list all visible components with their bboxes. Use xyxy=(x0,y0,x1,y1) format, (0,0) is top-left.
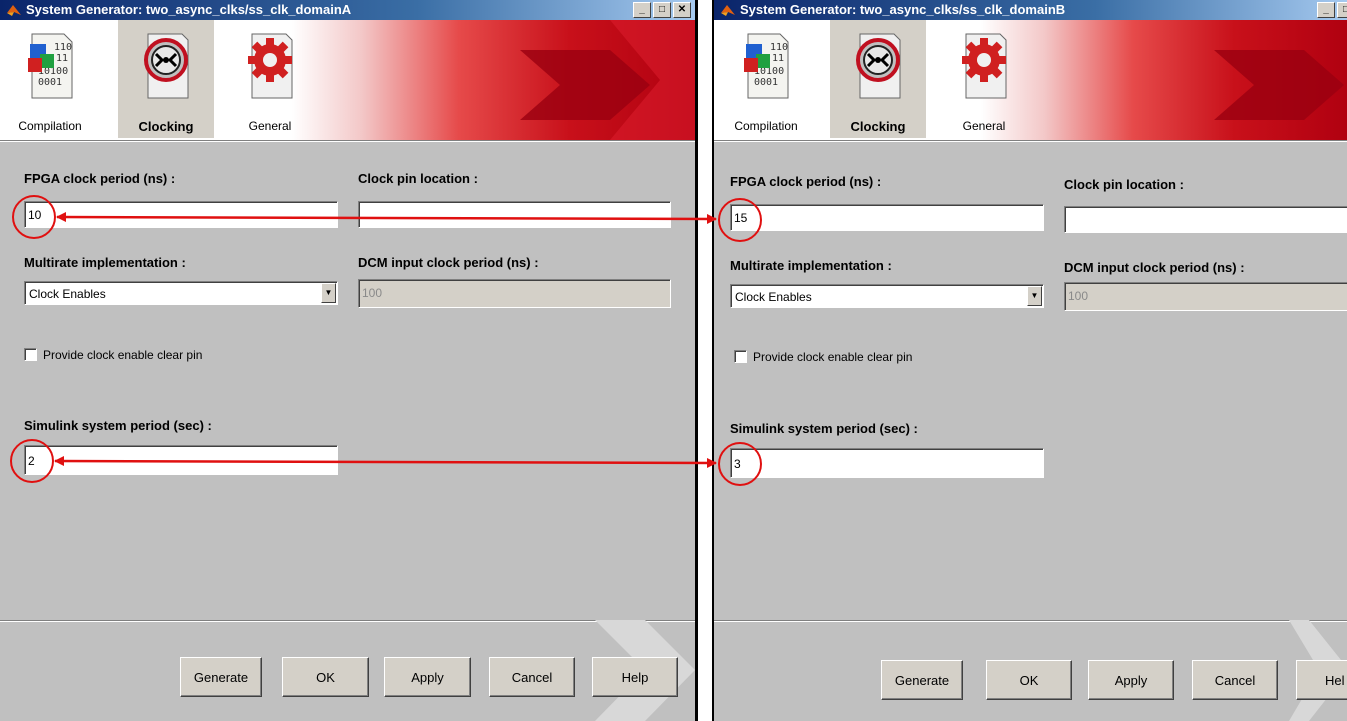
tab-label: General xyxy=(248,119,292,133)
clock-pin-location-label: Clock pin location : xyxy=(358,171,478,186)
tab-label: Compilation xyxy=(18,119,82,133)
help-button[interactable]: Help xyxy=(592,657,678,697)
tab-clocking[interactable]: Clocking xyxy=(830,20,926,138)
tab-general[interactable]: General xyxy=(222,20,318,138)
matlab-icon xyxy=(721,5,735,16)
svg-text:0001: 0001 xyxy=(38,77,62,88)
fpga-clock-period-label: FPGA clock period (ns) : xyxy=(24,171,176,186)
simulink-system-period-input[interactable]: 3 xyxy=(730,448,1044,478)
simulink-system-period-label: Simulink system period (sec) : xyxy=(730,421,918,436)
title-bar[interactable]: System Generator: two_async_clks/ss_clk_… xyxy=(714,0,1347,20)
sysgen-window-a: System Generator: two_async_clks/ss_clk_… xyxy=(0,0,698,721)
header-banner: 110 11 10100 0001 Compilation Clocking G… xyxy=(0,20,695,140)
compilation-icon: 110 11 10100 0001 xyxy=(744,33,789,99)
close-icon[interactable]: ✕ xyxy=(673,2,691,18)
apply-button[interactable]: Apply xyxy=(384,657,471,697)
multirate-implementation-select[interactable]: Clock Enables ▼ xyxy=(730,284,1044,308)
multirate-implementation-select[interactable]: Clock Enables ▼ xyxy=(24,281,338,305)
tab-general[interactable]: General xyxy=(936,20,1032,138)
fpga-clock-period-input[interactable]: 10 xyxy=(24,201,338,228)
xilinx-chevron-graphic xyxy=(1214,50,1344,120)
clock-pin-location-input[interactable] xyxy=(358,201,671,228)
xilinx-chevron-graphic xyxy=(520,20,695,140)
dcm-input-clock-period-label: DCM input clock period (ns) : xyxy=(358,255,539,270)
generate-button[interactable]: Generate xyxy=(881,660,963,700)
tab-compilation[interactable]: 110 11 10100 0001 Compilation xyxy=(718,20,814,138)
generate-button[interactable]: Generate xyxy=(180,657,262,697)
checkbox-label: Provide clock enable clear pin xyxy=(43,348,203,362)
window-title: System Generator: two_async_clks/ss_clk_… xyxy=(740,2,1066,17)
clock-enable-clear-pin-checkbox[interactable] xyxy=(734,350,747,363)
apply-button[interactable]: Apply xyxy=(1088,660,1174,700)
fpga-clock-period-label: FPGA clock period (ns) : xyxy=(730,174,882,189)
ok-button[interactable]: OK xyxy=(986,660,1072,700)
simulink-system-period-input[interactable]: 2 xyxy=(24,445,338,475)
clock-enable-clear-pin-checkbox[interactable] xyxy=(24,348,37,361)
selected-value: Clock Enables xyxy=(29,287,106,301)
dcm-input-clock-period-input: 100 xyxy=(1064,282,1347,311)
cancel-button[interactable]: Cancel xyxy=(489,657,575,697)
help-button[interactable]: Hel xyxy=(1296,660,1347,700)
dropdown-arrow-icon[interactable]: ▼ xyxy=(1027,286,1042,306)
divider xyxy=(714,620,1347,622)
matlab-icon xyxy=(7,5,21,16)
dropdown-arrow-icon[interactable]: ▼ xyxy=(321,283,336,303)
multirate-implementation-label: Multirate implementation : xyxy=(24,255,186,270)
svg-text:110: 110 xyxy=(770,42,788,53)
title-bar[interactable]: System Generator: two_async_clks/ss_clk_… xyxy=(0,0,695,20)
clock-pin-location-label: Clock pin location : xyxy=(1064,177,1184,192)
tab-label: Compilation xyxy=(734,119,798,133)
dcm-input-clock-period-label: DCM input clock period (ns) : xyxy=(1064,260,1245,275)
clocking-icon xyxy=(144,33,189,99)
checkbox-label: Provide clock enable clear pin xyxy=(753,350,913,364)
tab-label: Clocking xyxy=(850,119,906,134)
svg-text:0001: 0001 xyxy=(754,77,778,88)
general-icon xyxy=(248,33,293,99)
simulink-system-period-label: Simulink system period (sec) : xyxy=(24,418,212,433)
sysgen-window-b: System Generator: two_async_clks/ss_clk_… xyxy=(712,0,1347,721)
clock-pin-location-input[interactable] xyxy=(1064,206,1347,233)
tab-label: Clocking xyxy=(138,119,194,134)
divider xyxy=(714,140,1347,142)
divider xyxy=(0,140,695,142)
header-banner: 110 11 10100 0001 Compilation Clocking G… xyxy=(714,20,1347,140)
general-icon xyxy=(962,33,1007,99)
maximize-icon[interactable]: □ xyxy=(653,2,671,18)
tab-compilation[interactable]: 110 11 10100 0001 Compilation xyxy=(2,20,98,138)
selected-value: Clock Enables xyxy=(735,290,812,304)
minimize-icon[interactable]: _ xyxy=(633,2,651,18)
tab-label: General xyxy=(962,119,1006,133)
clock-enable-clear-pin-option[interactable]: Provide clock enable clear pin xyxy=(734,350,912,364)
cancel-button[interactable]: Cancel xyxy=(1192,660,1278,700)
svg-text:11: 11 xyxy=(772,53,784,64)
window-title: System Generator: two_async_clks/ss_clk_… xyxy=(26,2,352,17)
svg-text:11: 11 xyxy=(56,53,68,64)
compilation-icon: 110 11 10100 0001 xyxy=(28,33,73,99)
clocking-icon xyxy=(856,33,901,99)
minimize-icon[interactable]: _ xyxy=(1317,2,1335,18)
dcm-input-clock-period-input: 100 xyxy=(358,279,671,308)
fpga-clock-period-input[interactable]: 15 xyxy=(730,204,1044,231)
multirate-implementation-label: Multirate implementation : xyxy=(730,258,892,273)
svg-text:110: 110 xyxy=(54,42,72,53)
tab-clocking[interactable]: Clocking xyxy=(118,20,214,138)
clock-enable-clear-pin-option[interactable]: Provide clock enable clear pin xyxy=(24,348,202,362)
maximize-icon[interactable]: □ xyxy=(1337,2,1347,18)
ok-button[interactable]: OK xyxy=(282,657,369,697)
